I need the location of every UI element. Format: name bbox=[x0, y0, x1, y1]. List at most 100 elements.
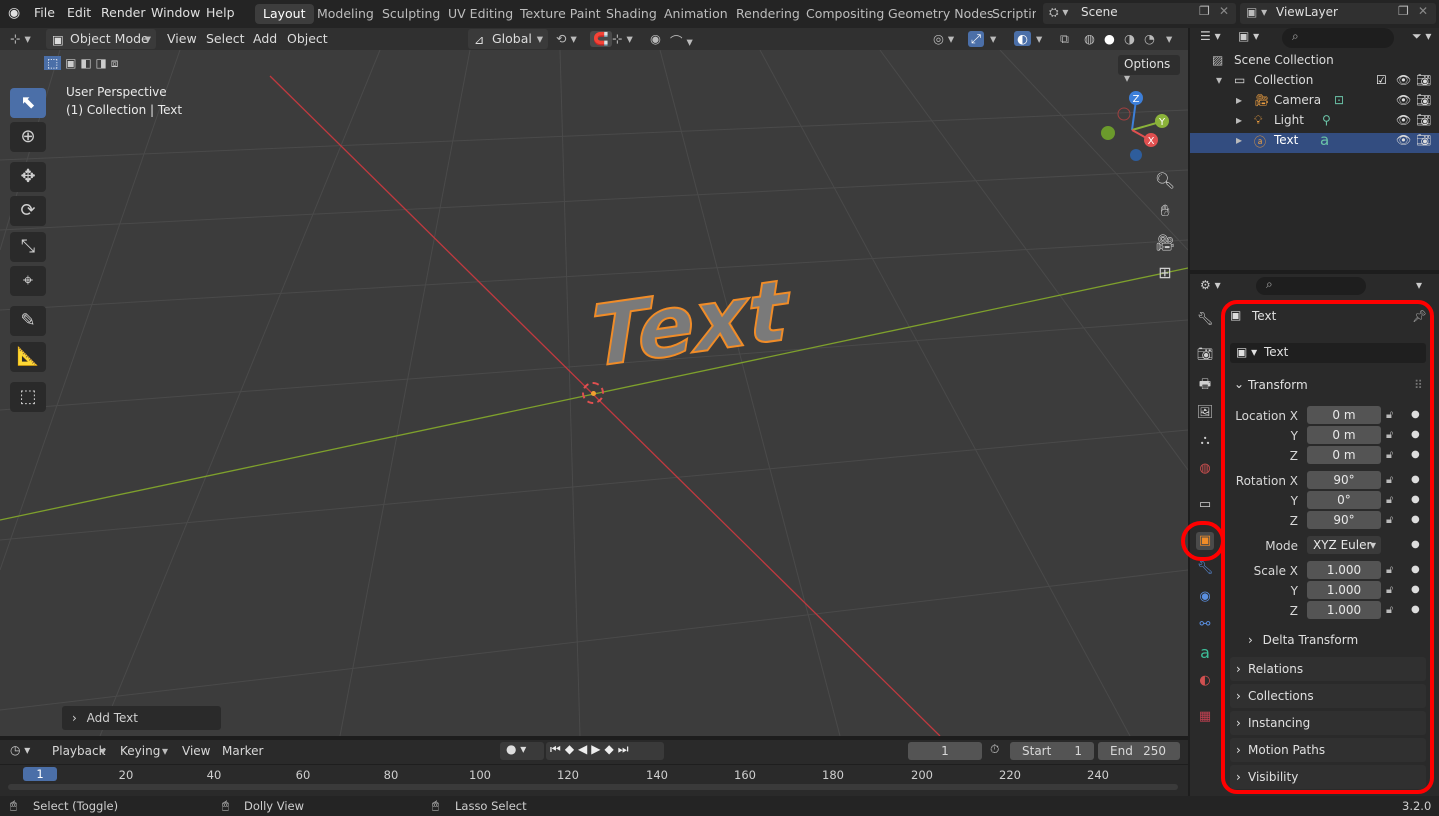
eye-icon[interactable]: 👁︎ bbox=[1396, 93, 1411, 107]
output-tab-icon[interactable]: 🖶 bbox=[1196, 376, 1214, 394]
rendered-shading-icon[interactable]: ◔ bbox=[1144, 31, 1155, 46]
outliner-row-text[interactable]: ▸ ⓐ Text a 👁︎ 📷︎ bbox=[1190, 131, 1439, 153]
play-reverse-icon[interactable]: ◀ bbox=[578, 742, 591, 756]
menu-timeline-view[interactable]: View bbox=[182, 744, 210, 758]
expand-icon[interactable]: ▸ bbox=[1236, 113, 1242, 127]
annotate-tool[interactable]: ✎ bbox=[10, 306, 46, 336]
menu-keying[interactable]: Keying bbox=[120, 744, 160, 758]
select-mode-buttons[interactable]: ⬚ ▣ ◧ ◨ ⧈ bbox=[44, 56, 138, 74]
blender-logo-icon[interactable]: ◉ bbox=[8, 5, 20, 21]
camera-view-icon[interactable]: 🎥︎ bbox=[1152, 230, 1178, 256]
timeline-editor-icon[interactable]: ◷ ▾ bbox=[10, 743, 30, 757]
copy-layer-icon[interactable]: ❐ bbox=[1398, 4, 1409, 18]
outliner-row-scene-collection[interactable]: ▨ Scene Collection bbox=[1190, 53, 1439, 73]
text-data-tab-icon[interactable]: a bbox=[1196, 644, 1214, 662]
light-data-icon[interactable]: ⚲ bbox=[1322, 113, 1331, 127]
next-key-icon[interactable]: ◆ bbox=[605, 742, 618, 756]
material-shading-icon[interactable]: ◑ bbox=[1124, 31, 1135, 46]
stopwatch-icon[interactable]: ⏱ bbox=[990, 742, 999, 757]
outliner-editor-icon[interactable]: ☰ ▾ bbox=[1200, 29, 1221, 43]
display-mode-icon[interactable]: ▣ ▾ bbox=[1238, 29, 1259, 43]
prev-key-icon[interactable]: ◆ bbox=[565, 742, 578, 756]
timeline-scrollbar[interactable] bbox=[8, 784, 1178, 790]
neg-y-axis-icon[interactable] bbox=[1101, 126, 1115, 140]
view-layer-selector[interactable]: ▣ ▾ ViewLayer ❐ ✕ bbox=[1240, 3, 1436, 24]
eye-icon[interactable]: 👁︎ bbox=[1396, 133, 1411, 147]
checkbox-icon[interactable]: ☑ bbox=[1376, 73, 1387, 87]
rotate-tool[interactable]: ⟳ bbox=[10, 196, 46, 226]
scale-tool[interactable]: ⤡ bbox=[10, 232, 46, 262]
cursor-tool[interactable]: ⊕ bbox=[10, 122, 46, 152]
chevron-down-icon[interactable]: ▾ bbox=[1166, 31, 1172, 46]
tool-tab-icon[interactable]: 🔧︎ bbox=[1196, 311, 1214, 329]
tab-uv-editing[interactable]: UV Editing bbox=[440, 4, 521, 24]
pivot-icon[interactable]: ⟲ ▾ bbox=[556, 31, 577, 46]
tab-scripting[interactable]: Scripting bbox=[984, 4, 1036, 24]
expand-icon[interactable]: ▾ bbox=[1216, 73, 1222, 87]
camera-render-icon[interactable]: 📷︎ bbox=[1416, 93, 1431, 107]
pan-hand-icon[interactable]: ✋︎ bbox=[1152, 198, 1178, 224]
tab-animation[interactable]: Animation bbox=[656, 4, 736, 24]
close-icon[interactable]: ✕ bbox=[1219, 4, 1229, 18]
world-tab-icon[interactable]: ◍ bbox=[1196, 460, 1214, 478]
menu-marker[interactable]: Marker bbox=[222, 744, 263, 758]
outliner-row-light[interactable]: ▸ 💡︎ Light ⚲ 👁︎ 📷︎ bbox=[1190, 113, 1439, 133]
move-tool[interactable]: ✥ bbox=[10, 162, 46, 192]
modifier-tab-icon[interactable]: 🔧︎ bbox=[1196, 560, 1214, 578]
properties-editor-icon[interactable]: ⚙ ▾ bbox=[1200, 278, 1221, 292]
tab-modeling[interactable]: Modeling bbox=[309, 4, 382, 24]
neg-x-axis-icon[interactable] bbox=[1117, 107, 1131, 121]
text-data-icon[interactable]: a bbox=[1320, 131, 1329, 149]
transform-tool[interactable]: ⌖ bbox=[10, 266, 46, 296]
menu-view[interactable]: View bbox=[167, 31, 197, 46]
solid-shading-icon[interactable]: ● bbox=[1104, 31, 1115, 46]
outliner-row-collection[interactable]: ▾ ▭ Collection ☑ 👁︎ 📷︎ bbox=[1190, 73, 1439, 93]
material-tab-icon[interactable]: ◐ bbox=[1196, 672, 1214, 690]
render-tab-icon[interactable]: 📷︎ bbox=[1196, 346, 1214, 364]
outliner-row-camera[interactable]: ▸ 🎥︎ Camera ⊡ 👁︎ 📷︎ bbox=[1190, 93, 1439, 113]
jump-start-icon[interactable]: ⏮ bbox=[550, 742, 565, 756]
3d-viewport[interactable]: ⬚ ▣ ◧ ◨ ⧈ ⬉ ⊕ ✥ ⟳ ⤡ ⌖ ✎ 📐 ⬚ User Perspec… bbox=[0, 50, 1188, 736]
measure-tool[interactable]: 📐 bbox=[10, 342, 46, 372]
expand-icon[interactable]: ▸ bbox=[1236, 133, 1242, 147]
chevron-down-icon[interactable]: ▾ bbox=[990, 31, 996, 46]
menu-object[interactable]: Object bbox=[287, 31, 328, 46]
current-frame-field[interactable]: 1 bbox=[908, 742, 982, 760]
visibility-icon[interactable]: ◎ ▾ bbox=[933, 31, 954, 46]
mode-dropdown[interactable]: ▣ Object Mode ▾ bbox=[46, 29, 156, 49]
options-dropdown[interactable]: Options ▾ bbox=[1118, 55, 1180, 85]
expand-icon[interactable]: ▸ bbox=[1236, 93, 1242, 107]
play-icon[interactable]: ▶ bbox=[591, 742, 604, 756]
end-frame-field[interactable]: End 250 bbox=[1098, 742, 1180, 760]
menu-add[interactable]: Add bbox=[253, 31, 277, 46]
gizmo-toggle-icon[interactable]: ⤢ bbox=[968, 31, 985, 47]
xray-icon[interactable]: ⧉ bbox=[1060, 31, 1069, 47]
camera-data-icon[interactable]: ⊡ bbox=[1334, 93, 1344, 107]
camera-render-icon[interactable]: 📷︎ bbox=[1416, 113, 1431, 127]
navigation-gizmo[interactable]: Z Y X bbox=[1096, 88, 1176, 168]
texture-tab-icon[interactable]: ▦ bbox=[1196, 708, 1214, 726]
tab-compositing[interactable]: Compositing bbox=[798, 4, 892, 24]
select-subtract-icon[interactable]: ◧ bbox=[80, 56, 91, 70]
overlay-toggle-icon[interactable]: ◐ bbox=[1014, 31, 1031, 46]
eye-icon[interactable]: 👁︎ bbox=[1396, 113, 1411, 127]
jump-end-icon[interactable]: ⏭ bbox=[618, 742, 633, 756]
menu-window[interactable]: Window bbox=[151, 5, 200, 20]
playback-controls[interactable]: ⏮◆◀▶◆⏭ bbox=[546, 742, 664, 760]
chevron-down-icon[interactable]: ▾ bbox=[1416, 278, 1422, 292]
select-box-tool[interactable]: ⬉ bbox=[10, 88, 46, 118]
select-new-icon[interactable]: ⬚ bbox=[44, 56, 62, 70]
snap-icon[interactable]: 🧲 bbox=[590, 31, 612, 47]
tab-shading[interactable]: Shading bbox=[598, 4, 665, 24]
frame-indicator[interactable]: 1 bbox=[23, 767, 57, 781]
tab-sculpting[interactable]: Sculpting bbox=[374, 4, 448, 24]
neg-z-axis-icon[interactable] bbox=[1130, 149, 1142, 161]
menu-edit[interactable]: Edit bbox=[67, 5, 91, 20]
collection-tab-icon[interactable]: ▭ bbox=[1196, 496, 1214, 514]
start-frame-field[interactable]: Start 1 bbox=[1010, 742, 1094, 760]
proportional-edit-icon[interactable]: ◉ bbox=[650, 31, 661, 46]
eye-icon[interactable]: 👁︎ bbox=[1396, 73, 1411, 87]
camera-render-icon[interactable]: 📷︎ bbox=[1416, 73, 1431, 87]
select-intersect-icon[interactable]: ⧈ bbox=[111, 56, 119, 70]
zoom-icon[interactable]: 🔍︎ bbox=[1152, 168, 1178, 194]
